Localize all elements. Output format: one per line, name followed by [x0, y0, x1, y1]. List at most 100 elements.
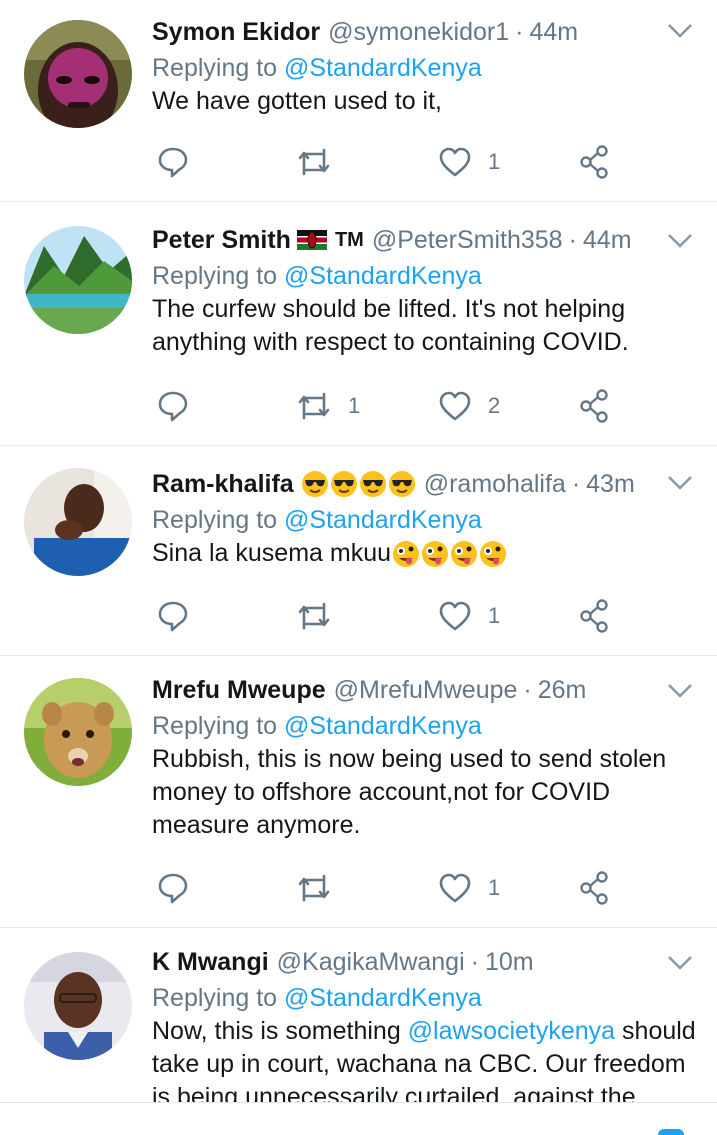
replying-to: Replying to @StandardKenya: [152, 51, 697, 85]
reply-button[interactable]: [156, 868, 206, 908]
sunglasses-emoji: [330, 471, 357, 497]
tweet-header: Peter Smith TM @PeterSmith358 · 44m: [152, 224, 697, 256]
display-name[interactable]: Ram-khalifa: [152, 468, 294, 500]
retweet-button[interactable]: 1: [296, 386, 360, 426]
user-handle[interactable]: @PeterSmith358: [372, 224, 563, 256]
tweet-header: Ram-khalifa @ramohalifa · 43m: [152, 468, 697, 500]
reply-icon: [158, 601, 188, 632]
retweet-button[interactable]: [296, 142, 348, 182]
avatar[interactable]: [24, 678, 132, 786]
zany-face-emoji-group: [391, 539, 507, 568]
display-name[interactable]: K Mwangi: [152, 946, 269, 978]
reply-mention-link[interactable]: @StandardKenya: [284, 262, 482, 290]
chevron-down-icon[interactable]: [667, 474, 693, 492]
share-button[interactable]: [578, 386, 610, 426]
tweet-header: Symon Ekidor @symonekidor1 · 44m: [152, 16, 697, 48]
sunglasses-emoji: [359, 471, 386, 497]
share-button[interactable]: [578, 596, 610, 636]
compose-fab-edge[interactable]: [658, 1129, 684, 1135]
zany-face-emoji: [422, 541, 449, 568]
timestamp[interactable]: 44m: [583, 224, 632, 256]
separator-dot: ·: [571, 470, 581, 498]
reply-button[interactable]: [156, 596, 206, 636]
bottom-bar: [0, 1102, 717, 1135]
display-name[interactable]: Symon Ekidor: [152, 16, 320, 48]
like-button[interactable]: 1: [438, 142, 500, 182]
tweet-item[interactable]: Mrefu Mweupe @MrefuMweupe · 26m Replying…: [0, 656, 717, 928]
separator-dot: ·: [523, 676, 532, 704]
retweet-count: 1: [348, 393, 361, 418]
like-button[interactable]: 1: [438, 596, 500, 636]
share-button[interactable]: [578, 868, 610, 908]
tweet-item[interactable]: K Mwangi @KagikaMwangi · 10m Replying to…: [0, 928, 717, 1102]
display-name[interactable]: Peter Smith: [152, 224, 291, 256]
replying-to-label: Replying to: [152, 262, 278, 290]
user-handle[interactable]: @MrefuMweupe: [334, 674, 518, 706]
heart-icon: [439, 391, 471, 421]
separator-dot: ·: [470, 948, 479, 976]
reply-icon: [158, 873, 188, 904]
like-button[interactable]: 1: [438, 868, 500, 908]
retweet-icon: [298, 874, 330, 902]
sunglasses-emoji-group: [300, 470, 416, 498]
retweet-button[interactable]: [296, 868, 348, 908]
share-icon: [580, 389, 608, 423]
reply-mention-link[interactable]: @StandardKenya: [284, 54, 482, 82]
retweet-button[interactable]: [296, 596, 348, 636]
reply-mention-link[interactable]: @StandardKenya: [284, 712, 482, 740]
reply-button[interactable]: [156, 386, 206, 426]
timestamp[interactable]: 44m: [529, 16, 578, 48]
chevron-down-icon[interactable]: [667, 682, 693, 700]
user-handle[interactable]: @ramohalifa: [424, 468, 566, 500]
user-handle[interactable]: @symonekidor1: [328, 16, 509, 48]
tweet-item[interactable]: Peter Smith TM @PeterSmith358 · 44m Repl…: [0, 202, 717, 446]
reply-button[interactable]: [156, 142, 206, 182]
replying-to: Replying to @StandardKenya: [152, 503, 697, 537]
mention-link[interactable]: @lawsocietykenya: [408, 1017, 615, 1045]
user-handle[interactable]: @KagikaMwangi: [277, 946, 465, 978]
replying-to: Replying to @StandardKenya: [152, 981, 697, 1015]
chevron-down-icon[interactable]: [667, 22, 693, 40]
heart-icon: [439, 147, 471, 177]
avatar[interactable]: [24, 468, 132, 576]
share-icon: [580, 599, 608, 633]
share-button[interactable]: [578, 142, 610, 182]
retweet-icon: [298, 602, 330, 630]
heart-icon: [439, 873, 471, 903]
chevron-down-icon[interactable]: [667, 232, 693, 250]
timestamp[interactable]: 26m: [538, 674, 587, 706]
avatar[interactable]: [24, 952, 132, 1060]
heart-icon: [439, 601, 471, 631]
tweet-text: The curfew should be lifted. It's not he…: [152, 295, 629, 356]
separator-dot: ·: [515, 18, 524, 46]
replying-to-label: Replying to: [152, 712, 278, 740]
reply-mention-link[interactable]: @StandardKenya: [284, 984, 482, 1012]
separator-dot: ·: [568, 226, 577, 254]
avatar[interactable]: [24, 20, 132, 128]
tweet-text: We have gotten used to it,: [152, 87, 443, 115]
chevron-down-icon[interactable]: [667, 954, 693, 972]
tweet-text: Sina la kusema mkuu: [152, 537, 697, 570]
tweet-header: K Mwangi @KagikaMwangi · 10m: [152, 946, 697, 978]
tweet-item[interactable]: Ram-khalifa @ramohalifa · 43m Replying t…: [0, 446, 717, 656]
tm-mark: TM: [334, 229, 364, 251]
sunglasses-emoji: [301, 471, 328, 497]
timestamp[interactable]: 43m: [586, 468, 635, 500]
avatar[interactable]: [24, 226, 132, 334]
zany-face-emoji: [451, 541, 478, 568]
replying-to: Replying to @StandardKenya: [152, 709, 697, 743]
display-name[interactable]: Mrefu Mweupe: [152, 674, 326, 706]
timestamp[interactable]: 10m: [485, 946, 534, 978]
retweet-icon: [298, 148, 330, 176]
zany-face-emoji: [480, 541, 507, 568]
tweet-text-content: Sina la kusema mkuu: [152, 539, 392, 567]
sunglasses-emoji: [388, 471, 415, 497]
tweet-item[interactable]: Symon Ekidor @symonekidor1 · 44m Replyin…: [0, 0, 717, 202]
like-button[interactable]: 2: [438, 386, 500, 426]
reply-icon: [158, 391, 188, 422]
kenya-flag-icon: [296, 230, 327, 250]
zany-face-emoji: [393, 541, 420, 568]
reply-mention-link[interactable]: @StandardKenya: [284, 506, 482, 534]
tweet-header: Mrefu Mweupe @MrefuMweupe · 26m: [152, 674, 697, 706]
replying-to: Replying to @StandardKenya: [152, 259, 697, 293]
